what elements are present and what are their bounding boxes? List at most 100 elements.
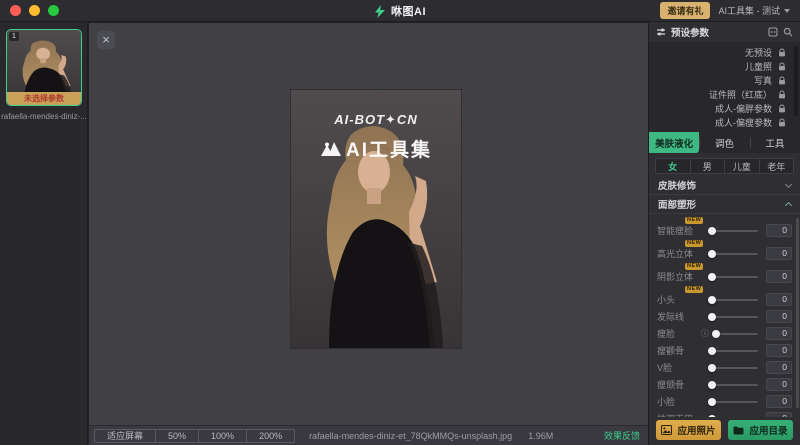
slider-label: 小头 <box>657 293 707 306</box>
preset-item-none[interactable]: 无预设 <box>649 45 800 59</box>
apply-photo-label: 应用照片 <box>677 423 715 437</box>
slider-value[interactable]: 0 <box>766 344 792 357</box>
preset-item-adult-thin[interactable]: 成人-偏瘦参数 <box>649 115 800 129</box>
slider-slim-jawbone: 瘦颌骨 0 <box>657 376 792 393</box>
preset-label: 成人-偏胖参数 <box>715 102 772 115</box>
slider-value[interactable]: 0 <box>766 378 792 391</box>
slider-knob[interactable] <box>708 415 716 418</box>
tab-elderly[interactable]: 老年 <box>760 159 794 173</box>
preset-item-child[interactable]: 儿童照 <box>649 59 800 73</box>
slider-knob[interactable] <box>708 296 716 304</box>
tab-male[interactable]: 男 <box>691 159 726 173</box>
slider-knob[interactable] <box>708 250 716 258</box>
slider-label: 阴影立体 <box>657 270 707 283</box>
tab-beauty-liquify[interactable]: 美肤液化 <box>649 132 699 153</box>
slider-track[interactable] <box>709 384 758 386</box>
slider-track[interactable] <box>709 276 758 278</box>
watermark: AI-BOT✦CN AI工具集 <box>291 112 461 162</box>
section-skin-retouch[interactable]: 皮肤修饰 <box>649 176 800 195</box>
slider-knob[interactable] <box>708 273 716 281</box>
account-menu[interactable]: AI工具集 - 测试 <box>718 4 790 17</box>
slider-shadow-3d: NEW 阴影立体 0 <box>657 262 792 285</box>
manage-presets-icon[interactable] <box>768 27 778 37</box>
slider-knob[interactable] <box>708 313 716 321</box>
minimize-window-button[interactable] <box>29 5 40 16</box>
image-thumbnail-selected[interactable]: 1 未选择参数 <box>6 29 82 106</box>
slider-knob[interactable] <box>708 227 716 235</box>
slider-small-face: 小脸 0 <box>657 393 792 410</box>
zoom-window-button[interactable] <box>48 5 59 16</box>
slider-slim-cheekbone: 瘦颧骨 0 <box>657 342 792 359</box>
slider-value[interactable]: 0 <box>766 247 792 260</box>
zoom-100-button[interactable]: 100% <box>199 430 247 442</box>
slider-track[interactable] <box>713 333 758 335</box>
slider-knob[interactable] <box>708 398 716 406</box>
preset-scrollbar[interactable] <box>794 46 798 116</box>
account-label: AI工具集 - 测试 <box>718 4 780 17</box>
search-icon[interactable] <box>783 27 793 37</box>
tune-sliders-icon <box>656 27 666 37</box>
slider-value[interactable]: 0 <box>766 395 792 408</box>
subject-type-tabs: 女 男 儿童 老年 <box>655 158 794 174</box>
slider-track[interactable] <box>709 299 758 301</box>
new-badge: NEW <box>685 286 703 293</box>
app-title: 咻图AI <box>391 3 426 19</box>
close-window-button[interactable] <box>10 5 21 16</box>
new-badge: NEW <box>685 263 703 270</box>
close-image-button[interactable]: × <box>97 31 115 49</box>
slider-list-scrollbar[interactable] <box>796 218 799 408</box>
new-badge: NEW <box>685 217 703 224</box>
preset-item-adult-heavy[interactable]: 成人-偏胖参数 <box>649 101 800 115</box>
slider-hairline: 发际线 0 <box>657 308 792 325</box>
slider-value[interactable]: 0 <box>766 270 792 283</box>
chevron-down-icon <box>784 9 790 13</box>
app-logo-lightning-icon <box>374 5 386 18</box>
zoom-50-button[interactable]: 50% <box>156 430 199 442</box>
slider-track[interactable] <box>709 253 758 255</box>
image-list-sidebar: 1 未选择参数 rafaella-mendes-diniz-... <box>0 22 88 445</box>
invite-button[interactable]: 邀请有礼 <box>660 2 710 19</box>
thumbnail-status-badge: 未选择参数 <box>7 92 81 105</box>
section-face-shaping[interactable]: 面部塑形 <box>649 195 800 214</box>
apply-photo-button[interactable]: 应用照片 <box>656 420 721 440</box>
chevron-down-icon <box>785 180 792 187</box>
slider-value[interactable]: 0 <box>766 361 792 374</box>
zoom-200-button[interactable]: 200% <box>247 430 294 442</box>
parameters-panel: 预设参数 无预设 儿童照 写真 证件照（红底） 成人-偏胖参数 <box>648 22 800 445</box>
slider-knob[interactable] <box>708 347 716 355</box>
preset-item-portrait[interactable]: 写真 <box>649 73 800 87</box>
tab-child[interactable]: 儿童 <box>725 159 760 173</box>
apply-directory-button[interactable]: 应用目录 <box>728 420 793 440</box>
feedback-link[interactable]: 效果反馈 <box>604 429 640 442</box>
slider-value[interactable]: 0 <box>766 310 792 323</box>
photo-preview[interactable]: AI-BOT✦CN AI工具集 <box>291 90 461 348</box>
slider-knob[interactable] <box>712 330 720 338</box>
slider-value[interactable]: 0 <box>766 293 792 306</box>
slider-track[interactable] <box>709 350 758 352</box>
preset-header: 预设参数 <box>649 22 800 42</box>
slider-list: NEW 智能瘦脸 0 NEW 高光立体 0 NEW 阴影立体 0 NEW 小头 … <box>649 214 800 417</box>
preset-label: 无预设 <box>745 46 772 59</box>
slider-label: 瘦脸 <box>657 327 707 340</box>
slider-track[interactable] <box>709 401 758 403</box>
window-controls <box>10 5 59 16</box>
preset-item-idphoto[interactable]: 证件照（红底） <box>649 87 800 101</box>
lock-icon <box>778 48 786 57</box>
zoom-fit-button[interactable]: 适应屏幕 <box>95 430 156 442</box>
slider-knob[interactable] <box>708 381 716 389</box>
slider-track[interactable] <box>709 230 758 232</box>
slider-knob[interactable] <box>708 364 716 372</box>
slider-v-face: V脸 0 <box>657 359 792 376</box>
lock-icon <box>778 76 786 85</box>
slider-value[interactable]: 0 <box>766 412 792 417</box>
slider-value[interactable]: 0 <box>766 327 792 340</box>
slider-value[interactable]: 0 <box>766 224 792 237</box>
info-icon[interactable]: ⓘ <box>701 328 709 339</box>
tab-female[interactable]: 女 <box>656 159 691 173</box>
slider-highlight-3d: NEW 高光立体 0 <box>657 239 792 262</box>
new-badge: NEW <box>685 240 703 247</box>
slider-track[interactable] <box>709 367 758 369</box>
tab-tools[interactable]: 工具 <box>750 132 800 153</box>
slider-track[interactable] <box>709 316 758 318</box>
tab-color-grading[interactable]: 调色 <box>699 132 749 153</box>
